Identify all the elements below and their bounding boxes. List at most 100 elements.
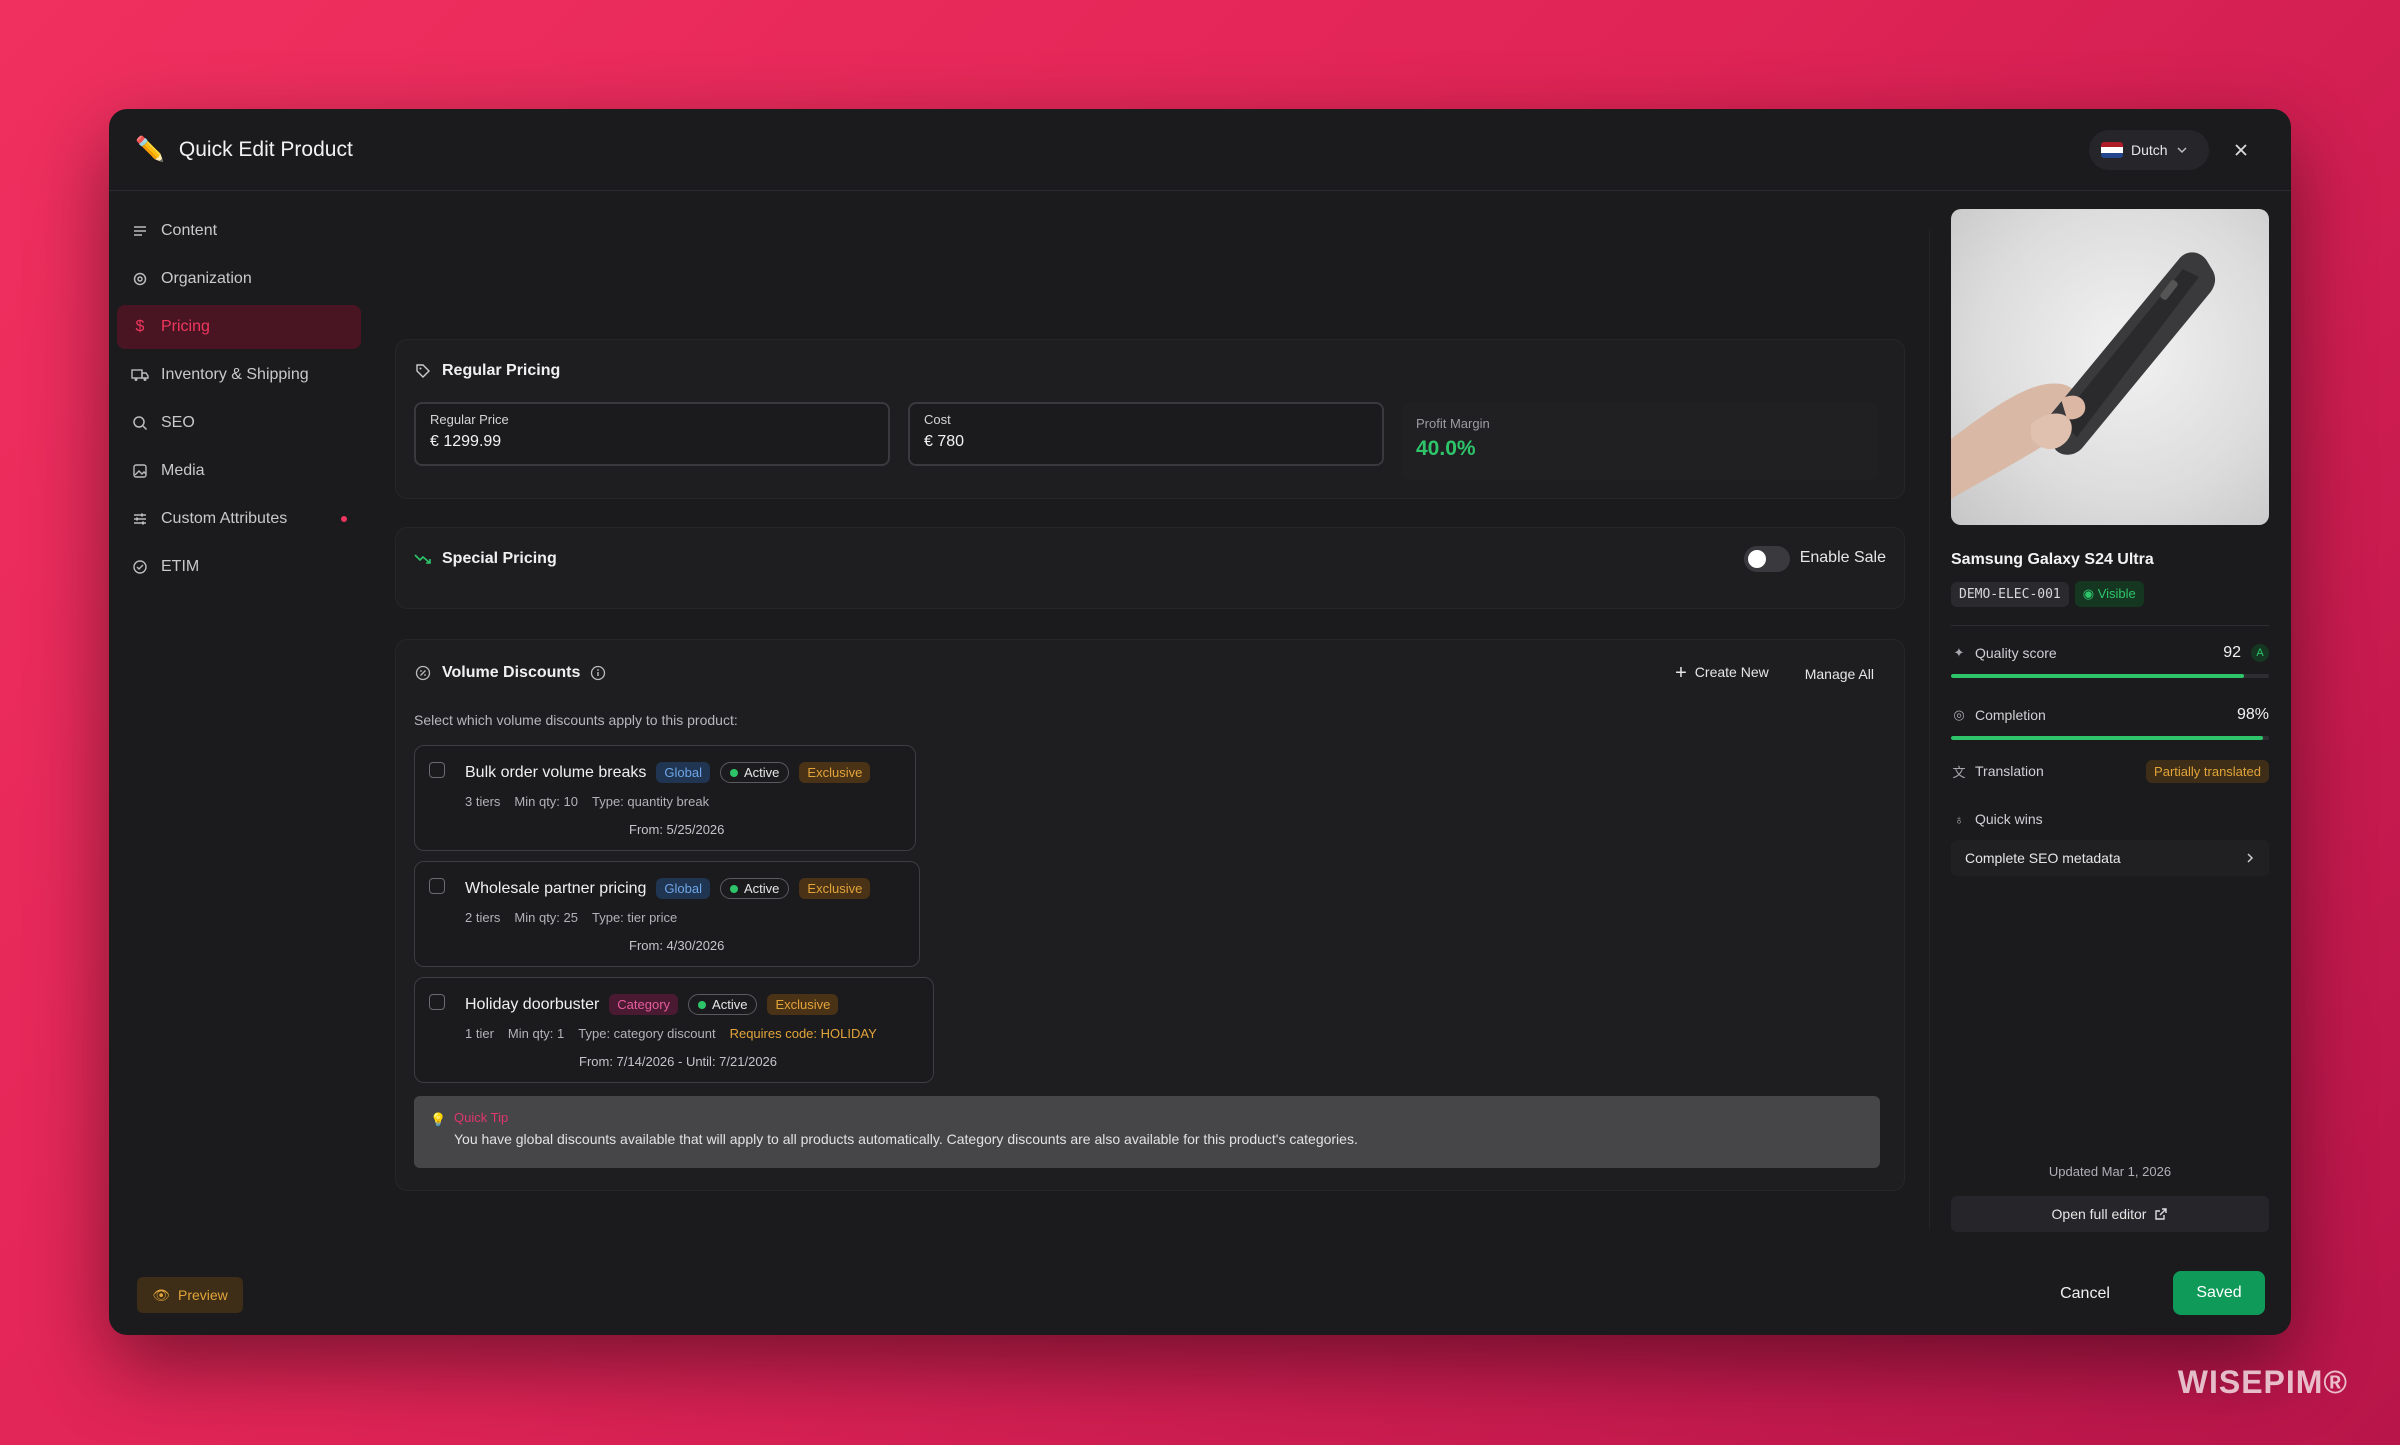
info-icon[interactable] <box>590 665 606 681</box>
discount-name: Wholesale partner pricing <box>465 879 647 897</box>
translation-status-badge: Partially translated <box>2146 759 2269 783</box>
quick-wins-label: Quick wins <box>1975 811 2043 827</box>
discount-checkbox[interactable] <box>429 762 445 778</box>
regular-price-field[interactable]: Regular Price € 1299.99 <box>414 402 890 466</box>
product-image[interactable] <box>1951 209 2269 525</box>
check-circle-icon: ◎ <box>1953 707 1965 722</box>
plus-icon: + <box>1675 662 1687 684</box>
modal-title: Quick Edit Product <box>178 137 353 161</box>
quick-tip-text: You have global discounts available that… <box>454 1131 1358 1147</box>
visibility-badge: ◉ Visible <box>2074 581 2144 607</box>
eye-icon: 👁 <box>152 1286 170 1303</box>
discount-option[interactable]: Holiday doorbuster Category Active Exclu… <box>414 977 934 1083</box>
translate-icon: 文 <box>1952 764 1966 780</box>
open-full-editor-button[interactable]: Open full editor <box>1951 1196 2269 1232</box>
saved-button[interactable]: Saved <box>2173 1271 2265 1315</box>
manage-all-button[interactable]: Manage All <box>1805 666 1874 682</box>
search-icon <box>131 414 149 432</box>
completion-value: 98% <box>2236 706 2269 723</box>
sidebar-item-pricing[interactable]: $ Pricing <box>117 305 361 349</box>
sidebar-item-etim[interactable]: ETIM <box>117 545 361 589</box>
truck-icon <box>131 366 149 384</box>
discount-checkbox[interactable] <box>429 994 445 1010</box>
netherlands-flag-icon <box>2101 142 2123 158</box>
regular-price-label: Regular Price <box>430 412 509 427</box>
discount-header-row: Holiday doorbuster Category Active Exclu… <box>465 994 839 1015</box>
language-select[interactable]: Dutch <box>2089 130 2209 170</box>
sparkles-icon: ✦ <box>1953 645 1965 660</box>
cost-label: Cost <box>924 412 951 427</box>
exclusive-badge: Exclusive <box>799 878 871 899</box>
discount-option[interactable]: Wholesale partner pricing Global Active … <box>414 861 920 967</box>
sidebar-item-label: ETIM <box>161 558 200 575</box>
updated-timestamp: Updated Mar 1, 2026 <box>2048 1164 2172 1179</box>
sidebar-item-media[interactable]: Media <box>117 449 361 493</box>
product-name: Samsung Galaxy S24 Ultra <box>1951 551 2154 568</box>
discount-option[interactable]: Bulk order volume breaks Global Active E… <box>414 745 916 851</box>
sidebar-item-content[interactable]: Content <box>117 209 361 253</box>
preview-button[interactable]: 👁 Preview <box>137 1277 243 1313</box>
quick-tip-title: Quick Tip <box>454 1110 509 1125</box>
status-text: Active <box>744 765 780 780</box>
sidebar-item-label: Inventory & Shipping <box>161 366 309 383</box>
volume-discounts-header: Volume Discounts <box>414 664 606 682</box>
exclusive-badge: Exclusive <box>767 994 839 1015</box>
cost-value: € 780 <box>924 433 965 450</box>
status-badge: Active <box>688 994 758 1015</box>
regular-price-value: € 1299.99 <box>430 433 502 450</box>
profit-margin-box: Profit Margin 40.0% <box>1402 402 1878 480</box>
unsaved-indicator-dot <box>341 516 347 522</box>
sidebar-item-custom-attributes[interactable]: Custom Attributes <box>117 497 361 541</box>
gear-icon <box>131 270 149 288</box>
status-dot <box>730 884 738 893</box>
percent-icon <box>414 664 432 682</box>
close-button[interactable] <box>2227 136 2255 164</box>
completion-bar <box>1951 736 2269 740</box>
sidebar-item-organization[interactable]: Organization <box>117 257 361 301</box>
eye-icon: ◉ <box>2082 586 2095 601</box>
cancel-button[interactable]: Cancel <box>2045 1273 2125 1315</box>
discount-type: Type: category discount <box>578 1026 716 1041</box>
quick-wins-row: ♁ Quick wins <box>1951 808 2269 830</box>
discount-tiers: 2 tiers <box>465 910 501 925</box>
quality-grade-badge: A <box>2251 644 2269 662</box>
discount-name: Holiday doorbuster <box>465 995 600 1013</box>
sidebar-item-label: Custom Attributes <box>161 510 288 527</box>
preview-label: Preview <box>177 1287 228 1303</box>
enable-sale-toggle[interactable] <box>1744 546 1790 572</box>
completion-row: ◎ Completion 98% <box>1951 704 2269 726</box>
regular-pricing-title: Regular Pricing <box>442 362 561 379</box>
completion-fill <box>1951 736 2263 740</box>
status-dot <box>730 768 738 777</box>
chevron-right-icon <box>2247 853 2254 863</box>
quick-win-item[interactable]: Complete SEO metadata <box>1951 840 2269 876</box>
discount-details-row: 3 tiers Min qty: 10 Type: quantity break <box>465 794 709 809</box>
modal-header: ✏️ Quick Edit Product Dutch <box>109 109 2291 191</box>
phone-in-hand-image <box>1951 252 2216 499</box>
create-new-button[interactable]: + Create New <box>1675 662 1769 685</box>
lightbulb-icon: ♁ <box>1954 811 1964 827</box>
volume-discounts-title: Volume Discounts <box>442 664 581 681</box>
sidebar-item-label: Content <box>161 222 218 239</box>
sku-badge: DEMO-ELEC-001 <box>1951 581 2069 607</box>
sidebar-nav: Content Organization $ Pricing Inventory… <box>117 209 361 593</box>
sidebar-item-label: Pricing <box>161 318 210 335</box>
quality-score-row: ✦ Quality score 92 A <box>1951 642 2269 664</box>
status-text: Active <box>744 881 780 896</box>
status-badge: Active <box>720 878 790 899</box>
special-pricing-header: Special Pricing <box>414 550 557 568</box>
scope-badge: Category <box>609 994 679 1015</box>
external-link-icon <box>2155 1208 2168 1220</box>
regular-pricing-card: Regular Pricing Regular Price € 1299.99 … <box>395 339 1905 499</box>
profit-margin-value: 40.0% <box>1416 437 1476 460</box>
cost-field[interactable]: Cost € 780 <box>908 402 1384 466</box>
lightbulb-icon: 💡 <box>430 1112 447 1127</box>
dollar-icon: $ <box>135 318 145 335</box>
discount-type: Type: tier price <box>592 910 678 925</box>
sidebar-item-inventory-shipping[interactable]: Inventory & Shipping <box>117 353 361 397</box>
sidebar-item-seo[interactable]: SEO <box>117 401 361 445</box>
volume-discounts-card: Volume Discounts + Create New Manage All … <box>395 639 1905 1191</box>
discount-checkbox[interactable] <box>429 878 445 894</box>
discount-header-row: Bulk order volume breaks Global Active E… <box>465 762 871 783</box>
pencil-icon: ✏️ <box>135 136 165 163</box>
